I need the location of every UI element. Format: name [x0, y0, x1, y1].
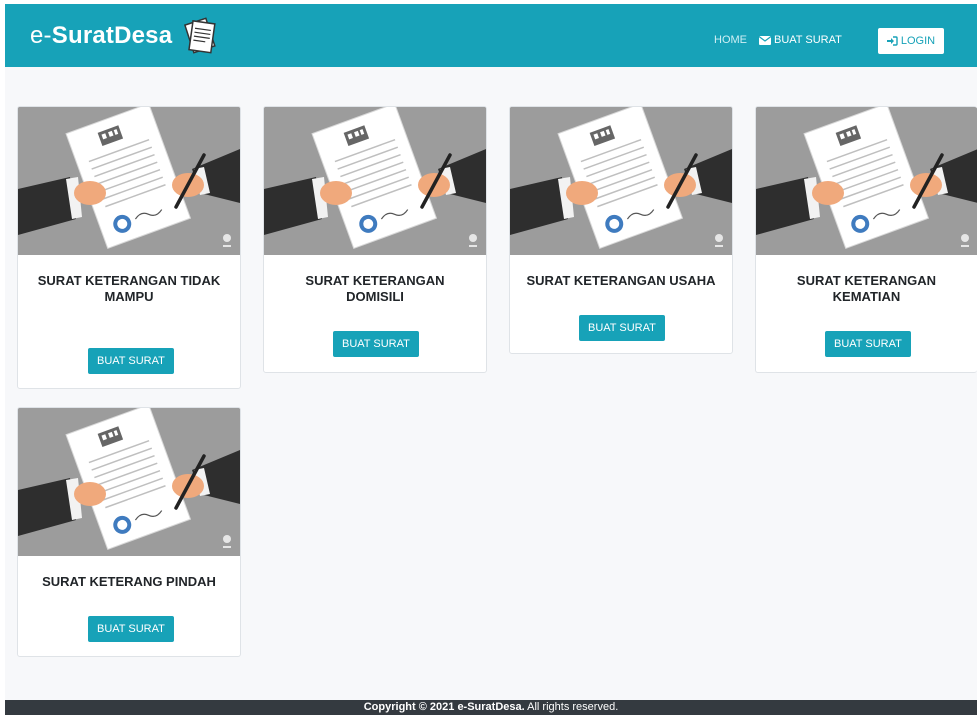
- footer-brand: e-SuratDesa.: [457, 701, 525, 713]
- nav-buat-surat-label: BUAT SURAT: [774, 34, 842, 46]
- navbar: e- SuratDesa HOME BUAT SURAT LOGIN: [5, 4, 977, 67]
- card-title: SURAT KETERANGAN USAHA: [526, 273, 716, 288]
- envelope-icon: [759, 35, 771, 45]
- brand-prefix: e-: [30, 22, 52, 49]
- nav-buat-surat-link[interactable]: BUAT SURAT: [759, 34, 842, 46]
- document-stack-logo-icon: [184, 17, 217, 54]
- document-signing-image: [18, 408, 240, 556]
- letter-card-usaha: SURAT KETERANGAN USAHA BUAT SURAT: [509, 106, 733, 354]
- footer-copyright: Copyright © 2021: [363, 701, 455, 713]
- buat-surat-button[interactable]: BUAT SURAT: [88, 348, 174, 374]
- sign-in-icon: [886, 36, 898, 46]
- buat-surat-button[interactable]: BUAT SURAT: [825, 331, 911, 357]
- nav-home-link[interactable]: HOME: [714, 34, 747, 46]
- card-title: SURAT KETERANGAN DOMISILI: [305, 273, 445, 304]
- brand-link[interactable]: e- SuratDesa: [30, 17, 220, 54]
- letter-card-pindah: SURAT KETERANG PINDAH BUAT SURAT: [17, 407, 241, 657]
- buat-surat-button[interactable]: BUAT SURAT: [579, 315, 665, 341]
- footer: Copyright © 2021 e-SuratDesa. All rights…: [5, 700, 977, 715]
- login-label: LOGIN: [900, 35, 936, 47]
- letter-card-kematian: SURAT KETERANGAN KEMATIAN BUAT SURAT: [755, 106, 977, 373]
- card-title: SURAT KETERANG PINDAH: [42, 574, 216, 589]
- letter-card-tidak-mampu: SURAT KETERANGAN TIDAK MAMPU BUAT SURAT: [17, 106, 241, 389]
- footer-rights: All rights reserved.: [527, 701, 619, 713]
- card-title: SURAT KETERANGAN TIDAK MAMPU: [37, 273, 221, 304]
- document-signing-image: [756, 107, 977, 255]
- buat-surat-button[interactable]: BUAT SURAT: [333, 331, 419, 357]
- document-signing-image: [264, 107, 486, 255]
- buat-surat-button[interactable]: BUAT SURAT: [88, 616, 174, 642]
- login-button[interactable]: LOGIN: [878, 28, 944, 54]
- letter-card-domisili: SURAT KETERANGAN DOMISILI BUAT SURAT: [263, 106, 487, 373]
- page: e- SuratDesa HOME BUAT SURAT LOGIN SURAT…: [5, 4, 977, 715]
- card-title: SURAT KETERANGAN KEMATIAN: [796, 273, 937, 304]
- document-signing-image: [18, 107, 240, 255]
- document-signing-image: [510, 107, 732, 255]
- brand-name: SuratDesa: [51, 22, 173, 49]
